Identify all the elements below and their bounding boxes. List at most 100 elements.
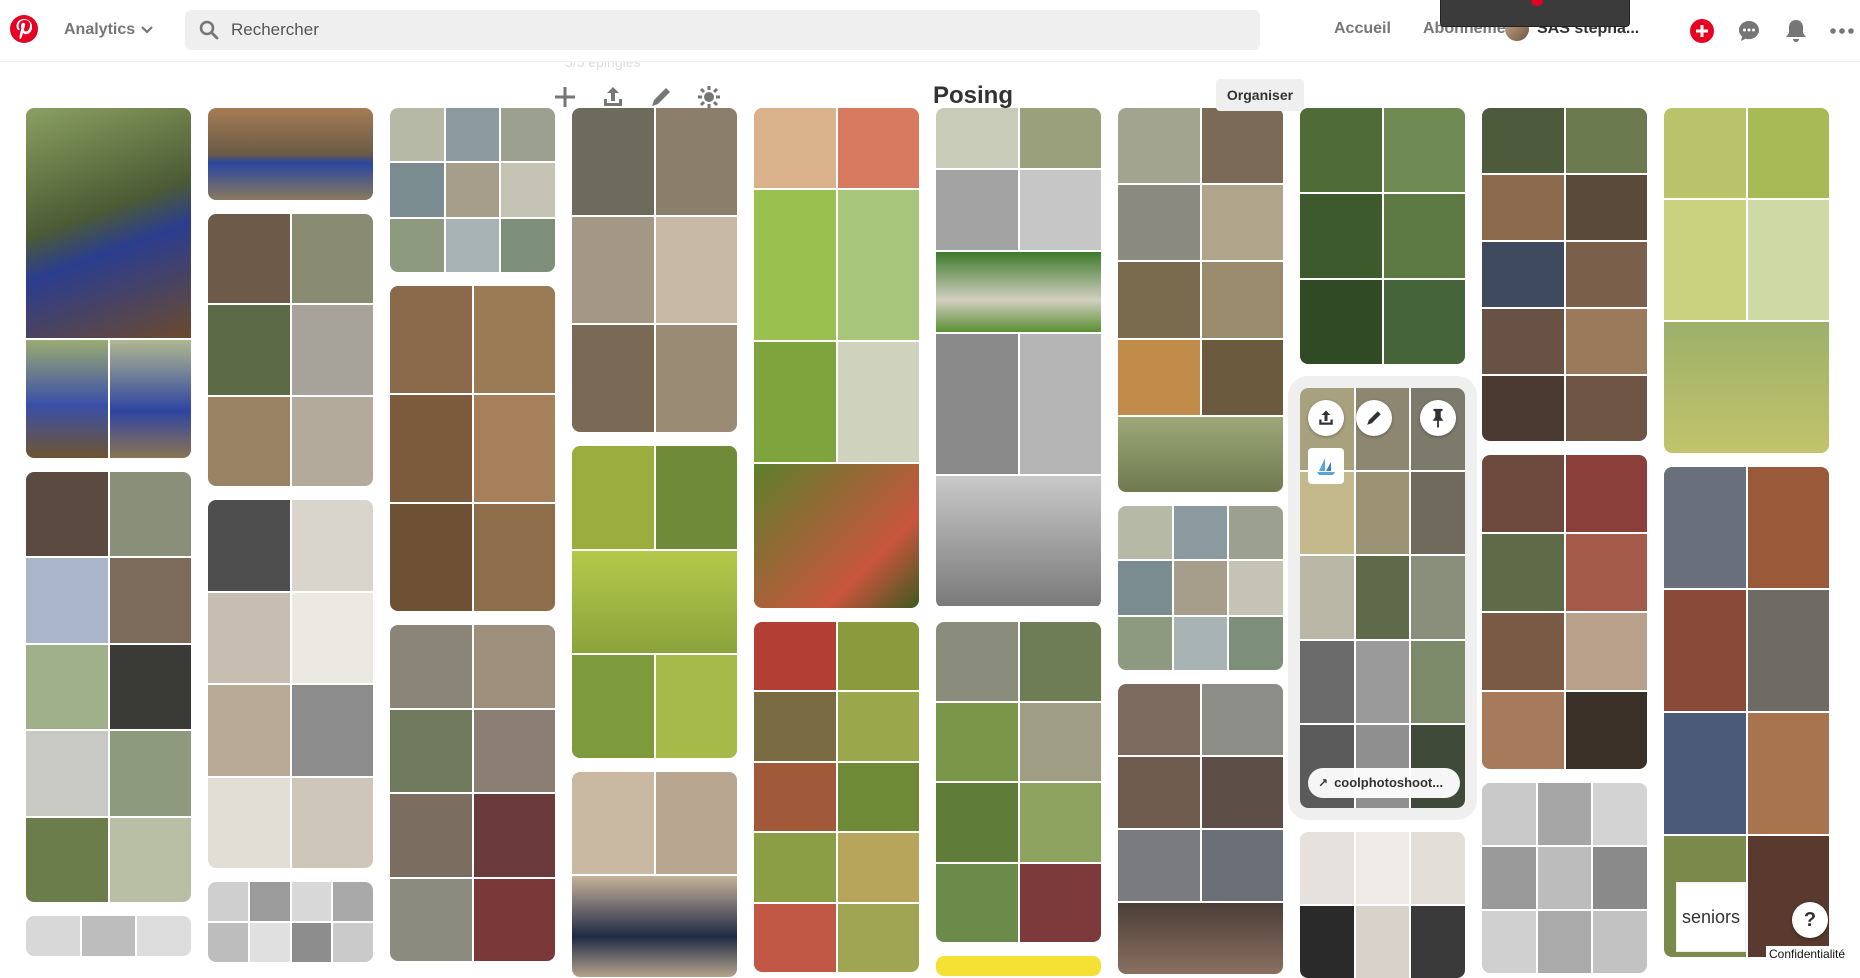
pin-image bbox=[1593, 783, 1647, 845]
pin-image bbox=[473, 878, 555, 961]
pin-image bbox=[572, 550, 737, 654]
pin[interactable] bbox=[26, 472, 191, 902]
pin-image bbox=[249, 923, 290, 962]
pin-image bbox=[473, 395, 555, 502]
search-input[interactable] bbox=[231, 20, 1131, 40]
pin-image bbox=[1565, 309, 1647, 374]
pin[interactable] bbox=[936, 108, 1101, 608]
pin-image bbox=[390, 286, 472, 393]
pin-image bbox=[754, 762, 836, 832]
organise-button[interactable]: Organiser bbox=[1216, 79, 1304, 111]
pin[interactable] bbox=[208, 500, 373, 868]
more-icon[interactable] bbox=[1828, 17, 1856, 45]
nav-home-link[interactable]: Accueil bbox=[1334, 20, 1391, 38]
pin-column bbox=[754, 108, 919, 978]
messages-icon[interactable] bbox=[1735, 17, 1763, 45]
pin[interactable] bbox=[572, 446, 737, 758]
pin[interactable] bbox=[1482, 108, 1647, 441]
pin-image bbox=[1300, 193, 1382, 278]
pin-image bbox=[1201, 830, 1283, 901]
share-icon[interactable] bbox=[1308, 399, 1344, 436]
pin-image bbox=[208, 882, 248, 921]
pinterest-logo[interactable] bbox=[10, 15, 38, 43]
share-icon[interactable] bbox=[598, 82, 628, 112]
pin[interactable] bbox=[208, 882, 373, 962]
edit-icon[interactable] bbox=[1356, 399, 1392, 436]
pin-image bbox=[1019, 108, 1101, 168]
analytics-menu[interactable]: Analytics bbox=[64, 16, 153, 44]
pin[interactable] bbox=[1118, 108, 1283, 492]
pin[interactable] bbox=[208, 214, 373, 486]
pin[interactable] bbox=[936, 622, 1101, 942]
pin-image bbox=[1355, 905, 1410, 978]
pin-image bbox=[1664, 322, 1829, 453]
pin-column bbox=[208, 108, 373, 978]
pin[interactable] bbox=[26, 916, 191, 956]
pin[interactable] bbox=[26, 108, 191, 458]
pin-image bbox=[390, 794, 472, 877]
pin-image bbox=[1118, 684, 1200, 755]
pin[interactable] bbox=[754, 622, 919, 972]
boat-icon[interactable] bbox=[1308, 447, 1344, 484]
pin[interactable] bbox=[1300, 108, 1465, 364]
pin-column bbox=[1118, 108, 1283, 978]
pin-column bbox=[390, 108, 555, 978]
pin[interactable] bbox=[1482, 455, 1647, 769]
pin-image bbox=[501, 108, 555, 162]
pin[interactable] bbox=[1118, 506, 1283, 670]
pin[interactable] bbox=[754, 108, 919, 608]
pin[interactable] bbox=[1300, 831, 1465, 978]
pin[interactable] bbox=[1118, 684, 1283, 974]
pin-image bbox=[754, 833, 836, 902]
pin-image bbox=[1201, 684, 1283, 755]
plus-circle-icon[interactable] bbox=[1688, 17, 1716, 45]
settings-icon[interactable] bbox=[694, 82, 724, 112]
pin-image bbox=[1593, 847, 1647, 909]
pin-image bbox=[208, 685, 290, 776]
pin-image bbox=[208, 500, 290, 591]
pin[interactable] bbox=[1664, 108, 1829, 453]
pin-image bbox=[1565, 692, 1647, 769]
pin-image bbox=[208, 214, 290, 304]
external-link-icon: ↗ bbox=[1318, 775, 1329, 790]
pin[interactable] bbox=[390, 286, 555, 611]
pin-image bbox=[754, 190, 836, 340]
pin[interactable] bbox=[936, 956, 1101, 976]
board-title: Posing bbox=[933, 82, 1014, 109]
pin[interactable] bbox=[572, 772, 737, 977]
pin-image bbox=[936, 622, 1018, 701]
pin-image bbox=[291, 500, 373, 591]
pin[interactable] bbox=[390, 625, 555, 961]
pin[interactable] bbox=[1482, 783, 1647, 973]
add-icon[interactable] bbox=[550, 82, 580, 112]
pin-image bbox=[291, 685, 373, 776]
pin-image bbox=[390, 878, 472, 961]
edit-icon[interactable] bbox=[646, 82, 676, 112]
pin-icon[interactable] bbox=[1420, 399, 1456, 436]
pin-image bbox=[1537, 847, 1592, 909]
pin-image bbox=[1383, 279, 1465, 364]
pin-image bbox=[572, 875, 737, 977]
pin-image bbox=[473, 625, 555, 708]
pin[interactable] bbox=[390, 108, 555, 272]
help-button[interactable]: ? bbox=[1792, 902, 1828, 938]
pin-source-link[interactable]: ↗ coolphotoshoot... bbox=[1308, 767, 1460, 798]
pin-column bbox=[1664, 108, 1829, 978]
search-bar[interactable] bbox=[185, 10, 1260, 50]
pin-image bbox=[1173, 561, 1228, 615]
pin-image bbox=[1383, 108, 1465, 192]
pin-image bbox=[1355, 640, 1410, 724]
pin[interactable] bbox=[208, 108, 373, 200]
privacy-link[interactable]: Confidentialité bbox=[1766, 946, 1849, 962]
bell-icon[interactable] bbox=[1782, 17, 1810, 45]
pin[interactable] bbox=[572, 108, 737, 432]
pin-hovered[interactable]: ↗ coolphotoshoot... bbox=[1288, 375, 1477, 820]
pin-column: ↗ coolphotoshoot... bbox=[1288, 108, 1477, 978]
pin-image bbox=[26, 558, 108, 643]
pin-image bbox=[390, 625, 472, 708]
pin-image bbox=[1300, 556, 1354, 639]
pin-image bbox=[1747, 200, 1829, 320]
pin-image bbox=[1019, 334, 1101, 474]
pin-image bbox=[936, 476, 1101, 606]
pin-image bbox=[1482, 783, 1536, 845]
